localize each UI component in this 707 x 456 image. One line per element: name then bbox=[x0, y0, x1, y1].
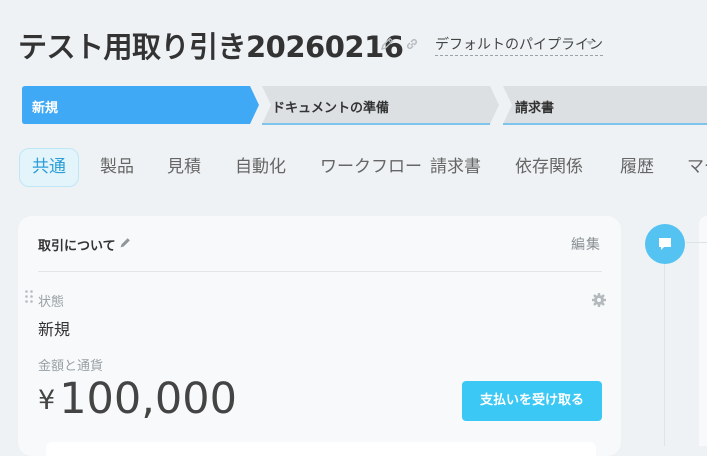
amount-number: 100,000 bbox=[59, 374, 238, 424]
timeline-panel-edge bbox=[699, 216, 707, 446]
tab-market[interactable]: マー bbox=[687, 148, 707, 186]
timeline-divider bbox=[686, 242, 707, 243]
tab-bar: 共通 製品 見積 自動化 ワークフロー 請求書 依存関係 履歴 マー bbox=[0, 148, 707, 190]
tab-history[interactable]: 履歴 bbox=[620, 148, 654, 186]
timeline-line bbox=[664, 264, 665, 446]
tab-dependencies[interactable]: 依存関係 bbox=[515, 148, 583, 186]
stage-new[interactable]: 新規 bbox=[22, 86, 260, 126]
edit-link[interactable]: 編集 bbox=[571, 234, 601, 254]
comment-button[interactable] bbox=[645, 224, 685, 264]
tab-invoices[interactable]: 請求書 bbox=[430, 148, 481, 186]
pipeline-label: デフォルトのパイプライン bbox=[435, 37, 603, 53]
currency-symbol: ¥ bbox=[38, 385, 56, 416]
stage-label: ドキュメントの準備 bbox=[272, 101, 390, 116]
chevron-down-icon[interactable] bbox=[584, 38, 596, 48]
amount-value[interactable]: ¥100,000 bbox=[38, 374, 237, 424]
pencil-icon[interactable] bbox=[118, 236, 132, 250]
tab-quotes[interactable]: 見積 bbox=[167, 148, 201, 186]
tab-common[interactable]: 共通 bbox=[19, 148, 79, 187]
product-summary-panel bbox=[46, 442, 596, 456]
pipeline-selector[interactable]: デフォルトのパイプライン bbox=[435, 34, 603, 56]
deal-info-card: 取引について 編集 状態 新規 金額と通貨 ¥100,000 支払いを受け取る bbox=[18, 216, 621, 456]
card-title-label: 取引について bbox=[38, 239, 116, 254]
tab-automation[interactable]: 自動化 bbox=[235, 148, 286, 186]
drag-handle-icon[interactable] bbox=[24, 289, 34, 305]
chat-icon bbox=[659, 238, 671, 250]
pencil-icon[interactable] bbox=[379, 36, 395, 52]
stage-bar: 新規 ドキュメントの準備 請求書 bbox=[22, 86, 707, 126]
status-label: 状態 bbox=[38, 295, 65, 310]
amount-label: 金額と通貨 bbox=[38, 359, 104, 374]
deal-title: テスト用取り引き20260216 bbox=[18, 30, 404, 64]
status-value[interactable]: 新規 bbox=[38, 316, 70, 340]
tab-workflow[interactable]: ワークフロー bbox=[320, 148, 422, 186]
link-icon[interactable] bbox=[404, 36, 420, 52]
divider bbox=[38, 271, 602, 272]
deal-header: テスト用取り引き20260216 デフォルトのパイプライン bbox=[0, 0, 707, 80]
stage-invoice[interactable]: 請求書 bbox=[503, 86, 707, 126]
gear-icon[interactable] bbox=[591, 292, 607, 308]
card-title: 取引について bbox=[38, 235, 116, 254]
stage-label: 請求書 bbox=[515, 101, 555, 116]
stage-document-prep[interactable]: ドキュメントの準備 bbox=[262, 86, 500, 126]
receive-payment-button[interactable]: 支払いを受け取る bbox=[462, 381, 602, 421]
stage-label: 新規 bbox=[32, 101, 59, 116]
tab-products[interactable]: 製品 bbox=[100, 148, 134, 186]
